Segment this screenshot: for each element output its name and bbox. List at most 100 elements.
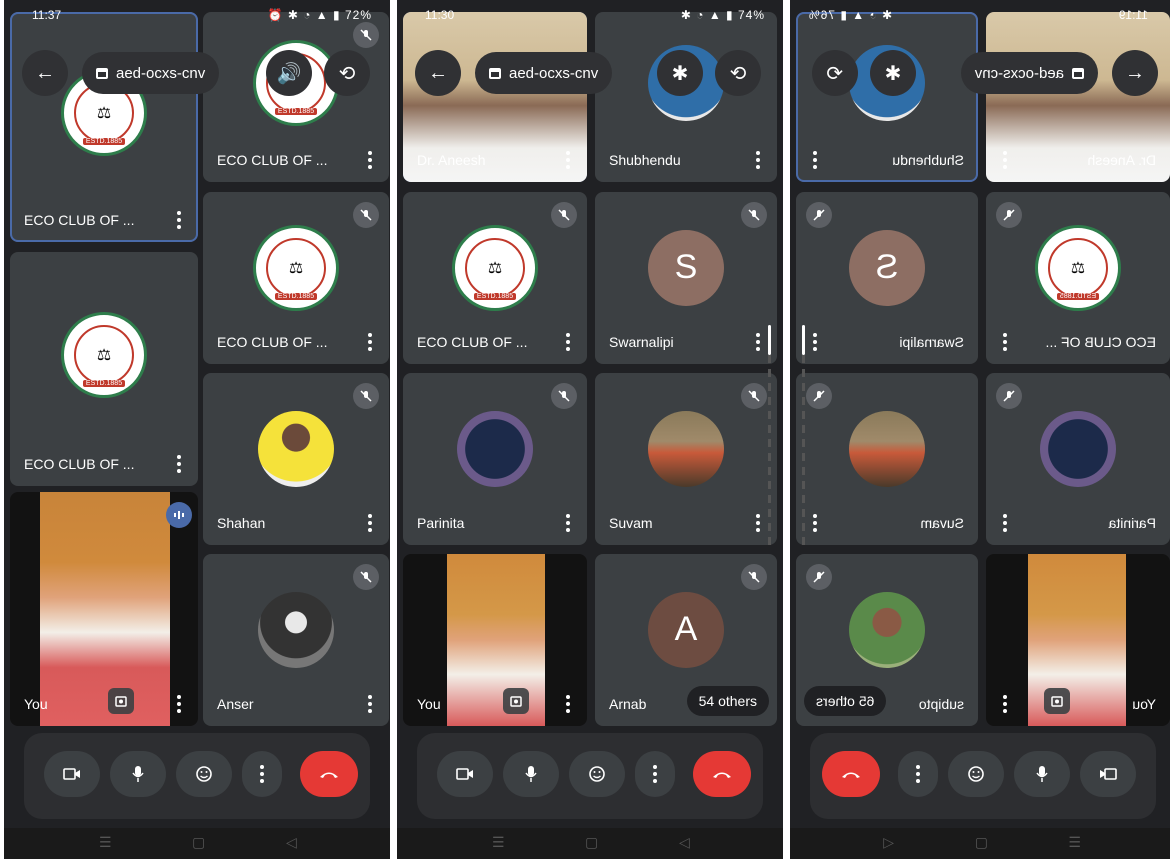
end-call-icon[interactable] [300, 751, 358, 797]
meeting-code: aed-ocxs-cnv [116, 64, 206, 82]
more-vert-icon[interactable] [361, 148, 379, 172]
participant-tile[interactable]: ⚖ESTD.1885 ECO CLUB OF ... [10, 252, 198, 486]
mic-off-icon [806, 564, 832, 590]
more-vert-icon[interactable] [996, 330, 1014, 354]
switch-camera-icon[interactable] [503, 688, 529, 714]
meet-screen-1: 11:37 ⏰ ✱ ◔ ▲ ▮ 72% ⚖ ESTD.1885 ECO CLUB … [4, 0, 390, 859]
more-vert-icon[interactable] [806, 511, 824, 535]
others-badge[interactable]: 54 others [686, 686, 769, 716]
back-arrow-icon[interactable]: ← [22, 50, 68, 96]
more-vert-icon[interactable] [242, 751, 282, 797]
more-vert-icon[interactable] [170, 452, 188, 476]
more-vert-icon[interactable] [361, 511, 379, 535]
participant-tile[interactable]: Parinita [986, 373, 1170, 545]
scrollbar[interactable] [802, 325, 805, 545]
back-nav-icon[interactable]: ◁ [883, 834, 894, 851]
participant-tile[interactable]: Shahan [203, 373, 389, 545]
more-vert-icon[interactable] [170, 692, 188, 716]
participant-tile[interactable]: ⚖ESTD.1885 ECO CLUB OF ... [403, 192, 587, 364]
participant-tile[interactable]: ⚖ESTD.1885 ECO CLUB OF ... [10, 12, 198, 242]
home-nav-icon[interactable]: ▢ [192, 834, 205, 851]
home-nav-icon[interactable]: ▢ [585, 834, 598, 851]
participant-initial: S [849, 229, 925, 306]
switch-camera-icon[interactable] [1044, 688, 1070, 714]
self-video [1028, 554, 1126, 726]
emoji-icon[interactable] [569, 751, 625, 797]
participant-tile[interactable]: Parinita [403, 373, 587, 545]
self-view-tile[interactable]: You [10, 492, 198, 726]
switch-camera-icon[interactable]: ⟲ [715, 50, 761, 96]
status-bar: 11:30 ✱ ◔ ▲ ▮ 74% [397, 0, 783, 30]
participant-name: You [1132, 696, 1156, 712]
back-arrow-icon[interactable]: ← [415, 50, 461, 96]
home-nav-icon[interactable]: ▢ [975, 834, 988, 851]
bluetooth-icon[interactable]: ✱ [870, 50, 916, 96]
more-vert-icon[interactable] [559, 511, 577, 535]
more-vert-icon[interactable] [749, 511, 767, 535]
more-vert-icon[interactable] [898, 751, 938, 797]
more-vert-icon[interactable] [996, 692, 1014, 716]
camera-icon[interactable] [437, 751, 493, 797]
more-vert-icon[interactable] [806, 330, 824, 354]
more-vert-icon[interactable] [559, 692, 577, 716]
speaker-icon[interactable]: 🔊 [266, 50, 312, 96]
participant-tile[interactable]: Anser [203, 554, 389, 726]
mic-off-icon [551, 383, 577, 409]
mic-icon[interactable] [1014, 751, 1070, 797]
emoji-icon[interactable] [176, 751, 232, 797]
more-vert-icon[interactable] [361, 330, 379, 354]
participant-tile[interactable]: A Arnab 54 others [595, 554, 777, 726]
college-logo: ⚖ESTD.1885 [1035, 224, 1121, 311]
more-vert-icon[interactable] [749, 330, 767, 354]
self-view-tile[interactable]: You [403, 554, 587, 726]
more-vert-icon[interactable] [996, 148, 1014, 172]
recents-nav-icon[interactable]: ☰ [1068, 834, 1081, 851]
emoji-icon[interactable] [948, 751, 1004, 797]
participant-tile[interactable]: S Swarnalipi [796, 192, 978, 364]
more-vert-icon[interactable] [559, 330, 577, 354]
participant-tile[interactable]: subipto 65 others [796, 554, 978, 726]
meeting-code-chip[interactable]: aed-ocxs-cnv [82, 52, 220, 94]
participant-name: Shubhendu [609, 152, 681, 168]
switch-camera-icon[interactable]: ⟲ [812, 50, 858, 96]
end-call-icon[interactable] [822, 751, 880, 797]
scrollbar[interactable] [768, 325, 771, 545]
participant-tile[interactable]: Suvam [796, 373, 978, 545]
more-vert-icon[interactable] [559, 148, 577, 172]
battery-level: 72% [344, 8, 372, 22]
bluetooth-icon[interactable]: ✱ [657, 50, 703, 96]
participant-avatar [648, 410, 724, 487]
switch-camera-icon[interactable] [108, 688, 134, 714]
recents-nav-icon[interactable]: ☰ [492, 834, 505, 851]
back-nav-icon[interactable]: ◁ [679, 834, 690, 851]
camera-icon[interactable] [1080, 751, 1136, 797]
more-vert-icon[interactable] [806, 148, 824, 172]
participant-name: Swarnalipi [609, 334, 674, 350]
more-vert-icon[interactable] [749, 148, 767, 172]
participant-tile[interactable]: ⚖ESTD.1885 ECO CLUB OF ... [203, 192, 389, 364]
more-vert-icon[interactable] [170, 208, 188, 232]
end-call-icon[interactable] [693, 751, 751, 797]
more-vert-icon[interactable] [996, 511, 1014, 535]
participant-tile[interactable]: S Swarnalipi [595, 192, 777, 364]
others-badge[interactable]: 65 others [804, 686, 887, 716]
switch-camera-icon[interactable]: ⟲ [324, 50, 370, 96]
participant-tile[interactable]: Suvam [595, 373, 777, 545]
self-video [447, 554, 545, 726]
college-logo: ⚖ESTD.1885 [452, 224, 538, 311]
recents-nav-icon[interactable]: ☰ [99, 834, 112, 851]
camera-icon[interactable] [44, 751, 100, 797]
back-arrow-icon[interactable]: ← [1112, 50, 1158, 96]
participant-name: ECO CLUB OF ... [24, 212, 135, 228]
meeting-code-chip[interactable]: aed-ocxs-cnv [960, 52, 1098, 94]
mic-icon[interactable] [110, 751, 166, 797]
mic-off-icon [806, 383, 832, 409]
back-nav-icon[interactable]: ◁ [286, 834, 297, 851]
meeting-code-chip[interactable]: aed-ocxs-cnv [475, 52, 613, 94]
more-vert-icon[interactable] [635, 751, 675, 797]
participant-avatar [457, 410, 533, 487]
participant-tile[interactable]: ⚖ESTD.1885 ECO CLUB OF ... [986, 192, 1170, 364]
mic-icon[interactable] [503, 751, 559, 797]
self-view-tile[interactable]: You [986, 554, 1170, 726]
more-vert-icon[interactable] [361, 692, 379, 716]
